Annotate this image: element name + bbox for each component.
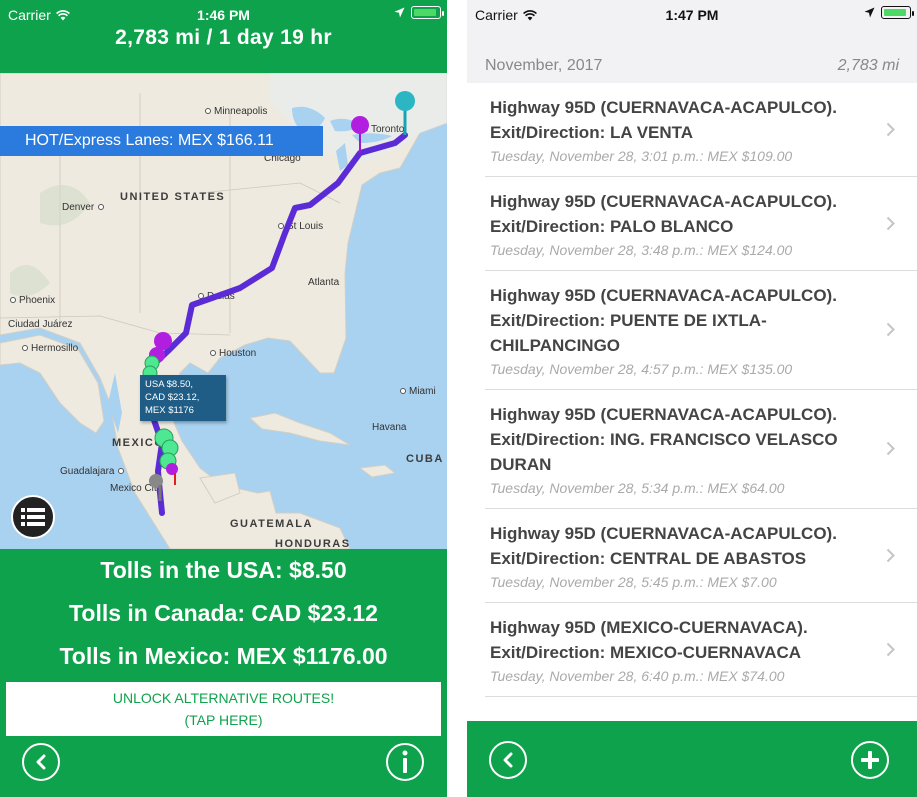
plus-icon bbox=[861, 751, 879, 769]
toll-item-title: Highway 95D (MEXICO-CUERNAVACA). Exit/Di… bbox=[490, 618, 808, 662]
toll-item-detail: Tuesday, November 28, 6:40 p.m.: MEX $74… bbox=[490, 668, 785, 684]
list-icon bbox=[21, 508, 45, 526]
toll-item-detail: Tuesday, November 28, 5:45 p.m.: MEX $7.… bbox=[490, 574, 777, 590]
chevron-right-icon bbox=[886, 642, 895, 656]
section-header: November, 2017 2,783 mi bbox=[467, 30, 917, 83]
chevron-right-icon bbox=[886, 322, 895, 337]
toll-item-detail: Tuesday, November 28, 3:48 p.m.: MEX $12… bbox=[490, 242, 793, 258]
chevron-right-icon bbox=[886, 122, 895, 136]
toll-list-item[interactable]: Highway 95D (CUERNAVACA-ACAPULCO). Exit/… bbox=[485, 83, 917, 177]
toll-list-screen: Carrier 1:47 PM November, 2017 2,783 mi … bbox=[467, 0, 917, 797]
unlock-routes-button[interactable]: UNLOCK ALTERNATIVE ROUTES! (TAP HERE) bbox=[6, 682, 441, 736]
tolls-canada: Tolls in Canada: CAD $23.12 bbox=[69, 600, 378, 626]
back-button[interactable] bbox=[489, 741, 527, 779]
back-chevron-icon bbox=[36, 754, 46, 770]
toll-item-title: Highway 95D (CUERNAVACA-ACAPULCO). Exit/… bbox=[490, 405, 838, 474]
back-chevron-icon bbox=[503, 752, 513, 768]
status-time: 1:46 PM bbox=[197, 7, 250, 23]
section-total-distance: 2,783 mi bbox=[837, 57, 899, 74]
location-arrow-icon bbox=[864, 7, 875, 18]
location-arrow-icon bbox=[394, 7, 405, 18]
toll-item-title: Highway 95D (CUERNAVACA-ACAPULCO). Exit/… bbox=[490, 192, 837, 236]
bottom-toolbar bbox=[467, 721, 917, 797]
trip-summary: 2,783 mi / 1 day 19 hr bbox=[115, 26, 332, 49]
toll-summary: Tolls in the USA: $8.50 Tolls in Canada:… bbox=[0, 549, 447, 678]
info-icon bbox=[402, 750, 408, 773]
list-button[interactable] bbox=[11, 495, 55, 539]
route-marker[interactable] bbox=[166, 463, 178, 475]
toll-list-item[interactable]: Highway 95D (CUERNAVACA-ACAPULCO). Exit/… bbox=[485, 177, 917, 271]
chevron-right-icon bbox=[886, 216, 895, 230]
toll-item-title: Highway 95D (CUERNAVACA-ACAPULCO). Exit/… bbox=[490, 524, 837, 568]
info-button[interactable] bbox=[386, 743, 424, 781]
toll-list-item[interactable]: Highway 95D (CUERNAVACA-ACAPULCO). Exit/… bbox=[485, 271, 917, 390]
toll-item-detail: Tuesday, November 28, 3:01 p.m.: MEX $10… bbox=[490, 148, 793, 164]
hot-express-banner[interactable]: HOT/Express Lanes: MEX $166.11 bbox=[0, 126, 323, 156]
route-marker[interactable] bbox=[351, 116, 369, 134]
route-marker[interactable] bbox=[395, 91, 415, 111]
tolls-usa: Tolls in the USA: $8.50 bbox=[100, 557, 347, 583]
map-screen: Carrier 1:46 PM 2,783 mi / 1 day 19 hr M… bbox=[0, 0, 447, 797]
toll-item-detail: Tuesday, November 28, 5:34 p.m.: MEX $64… bbox=[490, 480, 785, 496]
toll-list-item[interactable]: Highway 95D (MEXICO-CUERNAVACA). Exit/Di… bbox=[485, 603, 917, 697]
toll-list: Highway 95D (CUERNAVACA-ACAPULCO). Exit/… bbox=[467, 83, 917, 697]
status-time: 1:47 PM bbox=[665, 7, 719, 23]
chevron-right-icon bbox=[886, 441, 895, 456]
toll-item-title: Highway 95D (CUERNAVACA-ACAPULCO). Exit/… bbox=[490, 286, 837, 355]
back-button[interactable] bbox=[22, 743, 60, 781]
battery-icon bbox=[411, 6, 444, 19]
toll-item-detail: Tuesday, November 28, 4:57 p.m.: MEX $13… bbox=[490, 361, 793, 377]
toll-list-item[interactable]: Highway 95D (CUERNAVACA-ACAPULCO). Exit/… bbox=[485, 390, 917, 509]
status-bar: Carrier 1:47 PM bbox=[467, 0, 917, 30]
tolls-mexico: Tolls in Mexico: MEX $1176.00 bbox=[59, 643, 388, 669]
battery-icon bbox=[881, 6, 914, 19]
chevron-right-icon bbox=[886, 548, 895, 562]
add-button[interactable] bbox=[851, 741, 889, 779]
route-map[interactable]: Minneapolis Toronto Chicago UNITED STATE… bbox=[0, 73, 447, 549]
toll-callout: USA $8.50, CAD $23.12, MEX $1176 bbox=[140, 375, 226, 421]
toll-list-item[interactable]: Highway 95D (CUERNAVACA-ACAPULCO). Exit/… bbox=[485, 509, 917, 603]
section-month: November, 2017 bbox=[485, 57, 603, 74]
toll-item-title: Highway 95D (CUERNAVACA-ACAPULCO). Exit/… bbox=[490, 98, 837, 142]
